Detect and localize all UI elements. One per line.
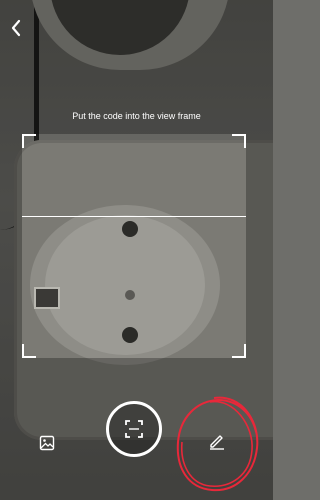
scan-instruction: Put the code into the view frame: [72, 111, 201, 121]
frame-corner: [22, 134, 36, 148]
gallery-button[interactable]: [36, 432, 58, 454]
frame-corner: [232, 344, 246, 358]
overlay-right: [246, 134, 273, 358]
overlay-left: [0, 134, 22, 358]
pencil-icon: [210, 435, 224, 450]
scan-frame-icon: [125, 420, 143, 438]
frame-corner: [232, 134, 246, 148]
view-frame: [22, 134, 246, 358]
edit-button[interactable]: [206, 430, 228, 452]
frame-corner: [22, 344, 36, 358]
chevron-left-icon: [11, 19, 21, 37]
scan-button[interactable]: [106, 401, 162, 457]
back-button[interactable]: [6, 18, 26, 40]
image-icon: [39, 435, 55, 451]
scan-line: [22, 216, 246, 217]
